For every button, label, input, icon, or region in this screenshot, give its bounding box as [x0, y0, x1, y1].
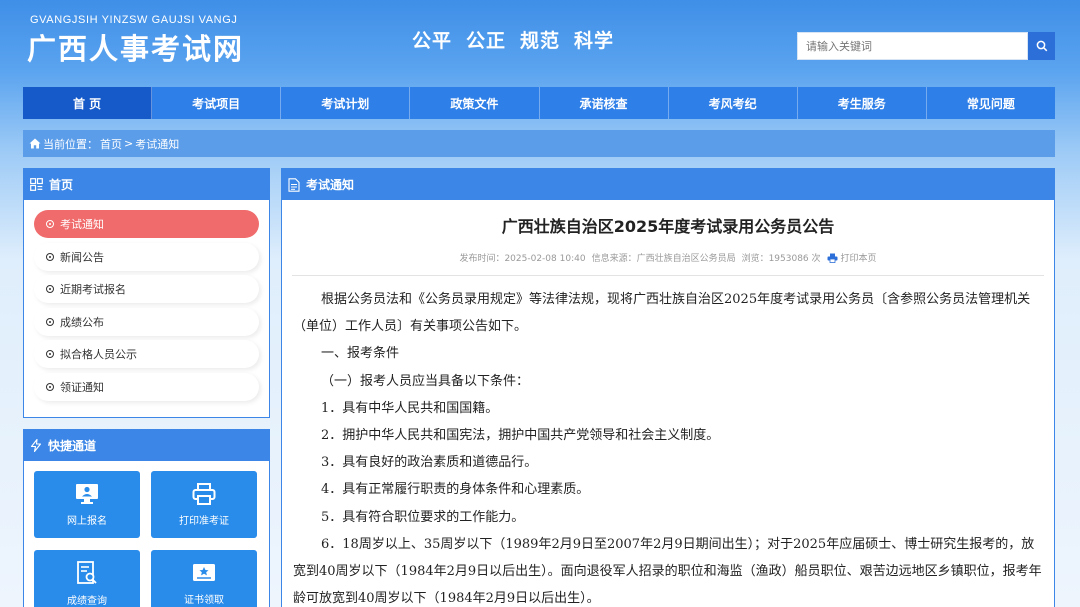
bullet-icon: [46, 252, 54, 261]
quick-access-grid: 网上报名 打印准考证 成绩查询 证书领取: [24, 461, 269, 607]
site-logo[interactable]: 广西人事考试网: [27, 26, 244, 68]
nav-policy-documents[interactable]: 政策文件: [410, 87, 540, 119]
article-panel-header: 考试通知: [282, 169, 1054, 200]
bullet-icon: [46, 285, 54, 294]
article-section-title: 考试通知: [306, 178, 355, 192]
slogan: 公平 公正 规范 科学: [412, 26, 628, 53]
sidebar-title: 首页: [49, 178, 74, 192]
bullet-icon: [46, 317, 54, 326]
online-registration-button[interactable]: 网上报名: [34, 471, 140, 538]
document-search-icon: [77, 560, 97, 584]
sidebar-item-recent-registration[interactable]: 近期考试报名: [34, 275, 259, 304]
publish-time: 发布时间：2025-02-08 10:40: [459, 254, 586, 264]
article-paragraph: 5．具有符合职位要求的工作能力。: [321, 509, 525, 525]
article-body: 根据公务员法和《公务员录用规定》等法律法规，现将广西壮族自治区2025年度考试录…: [282, 276, 1054, 607]
sidebar-item-exam-notices[interactable]: 考试通知: [34, 210, 259, 238]
sidebar-menu: 考试通知 新闻公告 近期考试报名 成绩公布 拟合格人员公示 领证通知: [24, 200, 269, 414]
slogan-1: 公平: [412, 30, 453, 52]
print-admission-ticket-label: 打印准考证: [179, 515, 229, 527]
sidebar-item-qualified-list[interactable]: 拟合格人员公示: [34, 340, 259, 369]
sidebar-item-label: 新闻公告: [60, 250, 104, 264]
quick-access-title: 快捷通道: [48, 439, 97, 453]
print-admission-ticket-button[interactable]: 打印准考证: [151, 471, 257, 538]
article-paragraph: 4．具有正常履行职责的身体条件和心理素质。: [321, 482, 590, 498]
article-meta: 发布时间：2025-02-08 10:40 信息来源：广西壮族自治区公务员局 浏…: [282, 251, 1054, 264]
score-query-label: 成绩查询: [67, 595, 107, 607]
breadcrumb-home-link[interactable]: 首页: [100, 136, 122, 152]
main-nav: 首 页 考试项目 考试计划 政策文件 承诺核查 考风考纪 考生服务 常见问题: [23, 87, 1055, 119]
home-icon: [29, 138, 41, 149]
article-paragraph: （一）报考人员应当具备以下条件：: [321, 373, 530, 389]
sidebar-item-label: 近期考试报名: [60, 283, 126, 297]
print-page-link[interactable]: 打印本页: [827, 251, 877, 264]
grid-menu-icon: [30, 178, 43, 191]
sidebar-item-label: 拟合格人员公示: [60, 348, 137, 362]
print-page-label: 打印本页: [840, 254, 877, 264]
nav-faq[interactable]: 常见问题: [927, 87, 1055, 119]
sidebar-item-scores[interactable]: 成绩公布: [34, 307, 259, 336]
sidebar-item-certificate-notice[interactable]: 领证通知: [34, 372, 259, 401]
bullet-icon: [46, 382, 54, 391]
site-logo-latin: GVANGJSIH YINZSW GAUJSI VANGJ: [30, 14, 238, 26]
sidebar-item-label: 成绩公布: [60, 315, 104, 329]
lightning-icon: [30, 439, 42, 452]
certificate-icon: [193, 563, 215, 581]
sidebar-panel: 首页 考试通知 新闻公告 近期考试报名 成绩公布 拟合格人员公示 领证通知: [23, 168, 270, 418]
slogan-4: 科学: [574, 30, 615, 52]
score-query-button[interactable]: 成绩查询: [34, 550, 140, 607]
nav-exam-plan[interactable]: 考试计划: [281, 87, 411, 119]
article-paragraph: 3．具有良好的政治素质和道德品行。: [321, 455, 538, 471]
article-paragraph: 2．拥护中华人民共和国宪法，拥护中国共产党领导和社会主义制度。: [321, 428, 720, 444]
breadcrumb-prefix: 当前位置：: [43, 137, 98, 151]
quick-access-panel: 快捷通道 网上报名 打印准考证 成绩查询 证书领取: [23, 429, 270, 607]
slogan-3: 规范: [520, 30, 561, 52]
article-paragraph: 6．18周岁以上、35周岁以下（1989年2月9日至2007年2月9日期间出生）…: [293, 536, 1042, 607]
certificate-collection-button[interactable]: 证书领取: [151, 550, 257, 607]
bullet-icon: [46, 350, 54, 359]
view-count: 浏览：1953086 次: [741, 254, 821, 264]
online-registration-label: 网上报名: [67, 515, 107, 527]
article-paragraph: 根据公务员法和《公务员录用规定》等法律法规，现将广西壮族自治区2025年度考试录…: [293, 292, 1031, 335]
article-paragraph: 一、报考条件: [321, 346, 400, 362]
nav-commitment-check[interactable]: 承诺核查: [540, 87, 669, 119]
breadcrumb-current-link[interactable]: 考试通知: [135, 136, 179, 152]
bullet-icon: [46, 220, 54, 228]
sidebar-item-news[interactable]: 新闻公告: [34, 242, 259, 271]
nav-candidate-services[interactable]: 考生服务: [798, 87, 927, 119]
search-input[interactable]: [797, 32, 1028, 60]
monitor-user-icon: [76, 483, 98, 504]
article-panel: 考试通知 广西壮族自治区2025年度考试录用公务员公告 发布时间：2025-02…: [281, 168, 1055, 607]
document-icon: [288, 177, 300, 192]
certificate-collection-label: 证书领取: [184, 594, 224, 606]
article-paragraph: 1．具有中华人民共和国国籍。: [321, 400, 499, 416]
printer-icon: [192, 482, 216, 505]
nav-exam-discipline[interactable]: 考风考纪: [669, 87, 798, 119]
nav-home[interactable]: 首 页: [23, 87, 153, 119]
printer-icon: [827, 253, 838, 263]
info-source: 信息来源：广西壮族自治区公务员局: [591, 254, 736, 264]
sidebar-item-label: 领证通知: [60, 380, 104, 394]
quick-access-header: 快捷通道: [24, 430, 269, 461]
article-title: 广西壮族自治区2025年度考试录用公务员公告: [501, 217, 835, 236]
nav-exam-projects[interactable]: 考试项目: [152, 87, 282, 119]
search-button[interactable]: [1028, 32, 1055, 60]
sidebar-header: 首页: [24, 169, 269, 200]
sidebar-item-label: 考试通知: [60, 218, 104, 231]
breadcrumb: 当前位置： 首页 > 考试通知: [23, 130, 1055, 157]
slogan-2: 公正: [466, 30, 507, 52]
breadcrumb-separator: >: [124, 137, 134, 150]
search-icon: [1036, 40, 1047, 52]
